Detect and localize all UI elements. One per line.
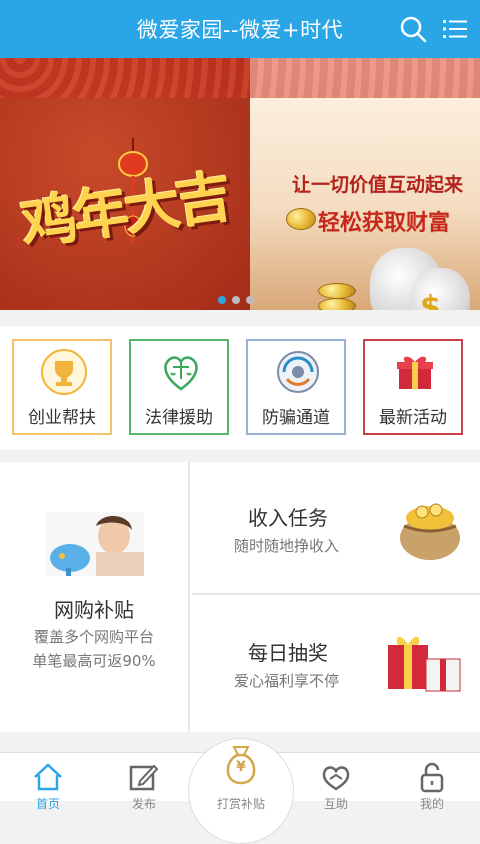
promo-banner[interactable]: 鸡年大吉 让一切价值互动起来 轻松获取财富 $ xyxy=(0,58,480,310)
edit-icon xyxy=(129,764,159,791)
daily-lottery-card[interactable]: 每日抽奖 爱心福利享不停 xyxy=(192,597,480,730)
lottery-title: 每日抽奖 xyxy=(248,641,328,665)
category-row: 创业帮扶 法律援助 防骗通道 最新活动 xyxy=(0,326,480,450)
banner-calligraphy: 鸡年大吉 xyxy=(17,163,233,259)
category-startup-support[interactable]: 创业帮扶 xyxy=(12,339,112,435)
tab-label: 发布 xyxy=(131,797,156,811)
tab-publish[interactable]: 发布 xyxy=(96,753,192,811)
category-anti-fraud[interactable]: 防骗通道 xyxy=(246,339,346,435)
income-subtitle: 随时随地挣收入 xyxy=(234,537,340,555)
tab-label: 互助 xyxy=(323,797,348,811)
pagination-dot[interactable] xyxy=(218,296,226,304)
income-task-card[interactable]: 收入任务 随时随地挣收入 xyxy=(192,462,480,595)
category-label: 最新活动 xyxy=(379,408,447,428)
category-latest-events[interactable]: 最新活动 xyxy=(363,339,463,435)
category-label: 防骗通道 xyxy=(262,408,330,428)
promo-section: 网购补贴 覆盖多个网购平台 单笔最高可返90% 收入任务 随时随地挣收入 每日抽… xyxy=(0,462,480,732)
dollar-sign: $ xyxy=(420,290,441,310)
category-label: 法律援助 xyxy=(145,408,213,428)
lottery-subtitle: 爱心福利享不停 xyxy=(234,672,340,690)
yuan-symbol: ¥ xyxy=(236,759,246,775)
tab-home[interactable]: 首页 xyxy=(0,753,96,811)
menu-icon[interactable] xyxy=(440,14,470,44)
income-title: 收入任务 xyxy=(248,506,328,530)
tab-label: 首页 xyxy=(35,797,60,811)
tab-label: 打赏补贴 xyxy=(216,797,265,811)
tab-reward-subsidy[interactable]: ¥ 打赏补贴 xyxy=(188,738,294,844)
piggy-bank-image xyxy=(46,512,144,576)
tab-mutual-aid[interactable]: 互助 xyxy=(288,753,384,811)
gift-icon xyxy=(397,356,433,389)
banner-subslogan: 轻松获取财富 xyxy=(318,211,451,236)
handshake-icon xyxy=(322,766,350,791)
shopping-desc-1: 覆盖多个网购平台 xyxy=(33,628,154,646)
shopping-subsidy-card[interactable]: 网购补贴 覆盖多个网购平台 单笔最高可返90% xyxy=(0,462,190,732)
tab-mine[interactable]: 我的 xyxy=(384,753,480,811)
coin-stack-icon xyxy=(318,283,356,299)
pagination-dot[interactable] xyxy=(246,296,254,304)
gold-bag-icon xyxy=(400,503,460,560)
banner-pagination xyxy=(218,289,260,308)
category-legal-aid[interactable]: 法律援助 xyxy=(129,339,229,435)
tab-label: 我的 xyxy=(419,797,444,811)
app-header: 微爱家园--微爱+时代 xyxy=(0,0,480,58)
banner-slogan: 让一切价值互动起来 xyxy=(292,174,464,196)
shopping-desc-2: 单笔最高可返90% xyxy=(32,652,156,670)
scales-heart-icon xyxy=(164,356,198,391)
coin-icon xyxy=(286,208,316,230)
home-icon xyxy=(34,763,62,791)
gift-boxes-icon xyxy=(388,636,461,692)
lock-icon xyxy=(420,762,444,793)
shield-globe-icon xyxy=(277,351,319,393)
coin-stack-icon xyxy=(318,298,356,310)
search-icon[interactable] xyxy=(398,14,428,44)
pagination-dot[interactable] xyxy=(232,296,240,304)
banner-decoration xyxy=(0,58,480,98)
shopping-title: 网购补贴 xyxy=(54,598,134,622)
category-label: 创业帮扶 xyxy=(28,408,96,428)
trophy-icon xyxy=(41,349,87,395)
